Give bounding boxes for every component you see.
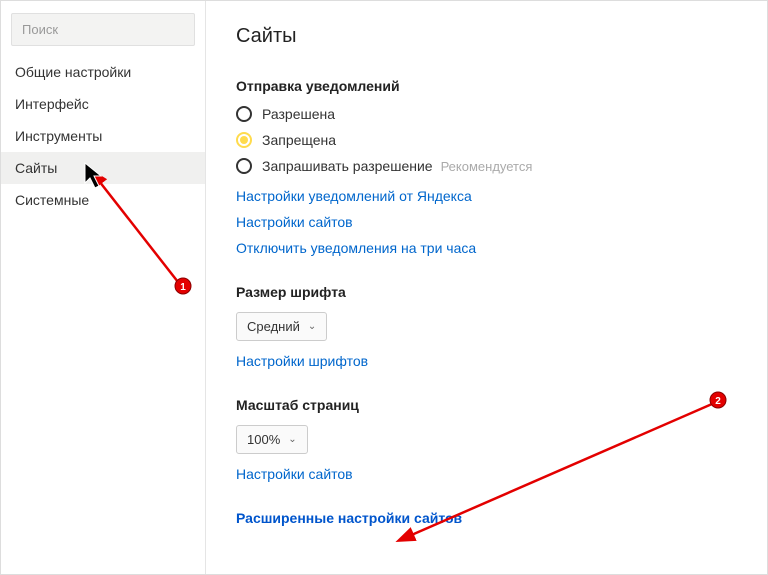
radio-ask[interactable]: Запрашивать разрешение Рекомендуется [236,158,737,174]
link-yandex-notifications[interactable]: Настройки уведомлений от Яндекса [236,188,737,204]
radio-denied[interactable]: Запрещена [236,132,737,148]
link-disable-3h[interactable]: Отключить уведомления на три часа [236,240,737,256]
select-value: 100% [247,432,280,447]
page-scale-select[interactable]: 100% ⌄ [236,425,308,454]
select-value: Средний [247,319,300,334]
link-font-settings[interactable]: Настройки шрифтов [236,353,737,369]
radio-label: Разрешена [262,106,335,122]
radio-label: Запрещена [262,132,336,148]
sidebar-item-interface[interactable]: Интерфейс [1,88,205,120]
search-input[interactable]: Поиск [11,13,195,46]
radio-allowed[interactable]: Разрешена [236,106,737,122]
sidebar-item-sites[interactable]: Сайты [1,152,205,184]
font-size-section: Размер шрифта Средний ⌄ Настройки шрифто… [236,284,737,369]
sidebar-item-system[interactable]: Системные [1,184,205,216]
notifications-heading: Отправка уведомлений [236,78,737,94]
link-advanced-sites[interactable]: Расширенные настройки сайтов [236,510,462,526]
page-scale-section: Масштаб страниц 100% ⌄ Настройки сайтов [236,397,737,482]
radio-icon [236,106,252,122]
radio-icon [236,158,252,174]
main-content: Сайты Отправка уведомлений Разрешена Зап… [206,1,767,574]
sidebar: Поиск Общие настройки Интерфейс Инструме… [1,1,206,574]
radio-hint: Рекомендуется [441,159,533,174]
radio-icon [236,132,252,148]
font-size-heading: Размер шрифта [236,284,737,300]
radio-label: Запрашивать разрешение [262,158,433,174]
chevron-down-icon: ⌄ [288,434,296,445]
chevron-down-icon: ⌄ [308,321,316,332]
sidebar-item-tools[interactable]: Инструменты [1,120,205,152]
link-sites-settings[interactable]: Настройки сайтов [236,214,737,230]
page-scale-heading: Масштаб страниц [236,397,737,413]
font-size-select[interactable]: Средний ⌄ [236,312,327,341]
link-sites-settings-scale[interactable]: Настройки сайтов [236,466,737,482]
notifications-section: Отправка уведомлений Разрешена Запрещена… [236,78,737,256]
sidebar-item-general[interactable]: Общие настройки [1,56,205,88]
page-title: Сайты [236,25,737,48]
